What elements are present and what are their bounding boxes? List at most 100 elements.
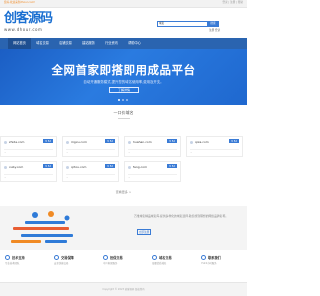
feature-item[interactable]: 技术支持 专业技术团队 (0, 251, 49, 282)
feature-title: 技术支持 (12, 256, 25, 260)
search-button[interactable]: 搜索 (207, 21, 219, 27)
card-divider (190, 149, 239, 150)
globe-icon (190, 141, 193, 144)
domain-meta: ... (128, 151, 131, 154)
view-more-link[interactable]: 查看更多 > (0, 190, 247, 194)
domain-name: huahan.com (133, 140, 152, 144)
globe-icon (152, 255, 157, 260)
promo-description: 万维域名精品域名库,提供多样化的域名选择,助您找到理想的网络品牌名称。 (134, 214, 229, 218)
register-button[interactable]: 立即注册 (137, 229, 151, 235)
domain-price[interactable]: ¥ 52 (167, 139, 177, 143)
hero-details-button[interactable]: 了解详情 (109, 87, 139, 93)
feature-text: 专业技术团队 (5, 262, 20, 265)
feature-text: 安全快捷交易 (54, 262, 69, 265)
globe-icon (4, 166, 7, 169)
support-icon (5, 255, 10, 260)
domain-name: fang.com (133, 165, 148, 169)
globe-icon (128, 166, 131, 169)
carousel-dots (118, 99, 128, 101)
feature-title: 联系我们 (208, 256, 221, 260)
card-divider (4, 174, 53, 175)
domain-card[interactable]: qixa.com ¥ 52 ... (186, 136, 243, 157)
feature-text: 中介担保服务 (103, 262, 118, 265)
domain-meta: ... (66, 176, 69, 179)
domain-meta: ... (4, 176, 7, 179)
feature-item[interactable]: 域名交易 海量优质域名 (147, 251, 196, 282)
globe-icon (66, 141, 69, 144)
logo-subtitle: www.dhour.com (4, 27, 43, 32)
header: 创客源码 www.dhour.com 域名 搜索 注册 登录 (0, 8, 247, 38)
feature-title: 交易保障 (61, 256, 74, 260)
feature-title: 域名交易 (159, 256, 172, 260)
card-divider (66, 174, 115, 175)
carousel-dot[interactable] (126, 99, 128, 101)
domain-price[interactable]: ¥ 52 (167, 164, 177, 168)
domain-name: qrtou.com (71, 165, 87, 169)
domain-card[interactable]: fang.com ¥ 52 ... (124, 161, 181, 182)
carousel-dot[interactable] (118, 99, 120, 101)
nav-item-news[interactable]: 行业资讯 (100, 38, 123, 49)
domain-meta: ... (190, 151, 193, 154)
domain-card-empty (186, 161, 243, 182)
features-row: 技术支持 专业技术团队 交易保障 安全快捷交易 担保交易 中介担保服务 域名交易… (0, 251, 247, 282)
feature-text: 海量优质域名 (152, 262, 167, 265)
top-links[interactable]: 登录 | 注册 | 帮助 (222, 2, 243, 5)
card-divider (66, 149, 115, 150)
section-title: 一口价域名 (113, 110, 134, 115)
logo[interactable]: 创客源码 www.dhour.com (4, 11, 53, 35)
card-divider (128, 174, 177, 175)
domain-price[interactable]: ¥ 52 (229, 139, 239, 143)
nav-item-home[interactable]: 网站首页 (8, 38, 31, 49)
domain-price[interactable]: ¥ 52 (105, 164, 115, 168)
hero-banner: 全网首家即搭即用成品平台 自动开通服务模式,提升您的域名使用率,费用及开支。 了… (0, 49, 247, 105)
domain-price[interactable]: ¥ 52 (43, 139, 53, 143)
card-divider (128, 149, 177, 150)
globe-icon (4, 141, 7, 144)
carousel-dot[interactable] (122, 99, 124, 101)
domain-name: mgxu.com (71, 140, 87, 144)
feature-item[interactable]: 联系我们 7x24小时服务 (196, 251, 245, 282)
domain-grid: zhida.com ¥ 52 ... mgxu.com ¥ 52 ... hua… (0, 136, 247, 186)
domain-name: xuby.com (9, 165, 24, 169)
search-category[interactable]: 域名 (157, 21, 168, 27)
nav-item-site-service[interactable]: 建站服务 (77, 38, 100, 49)
nav-item-shop-trade[interactable]: 店铺交易 (54, 38, 77, 49)
feature-item[interactable]: 交易保障 安全快捷交易 (49, 251, 98, 282)
top-bar: 您好,欢迎来到dhour.com! 登录 | 注册 | 帮助 (0, 0, 247, 8)
section-divider (117, 118, 130, 119)
domain-suffix-illustration (11, 211, 73, 243)
domain-card[interactable]: xuby.com ¥ 52 ... (0, 161, 57, 182)
domain-meta: ... (4, 151, 7, 154)
domain-price[interactable]: ¥ 52 (105, 139, 115, 143)
domain-card[interactable]: zhida.com ¥ 52 ... (0, 136, 57, 157)
domain-card[interactable]: huahan.com ¥ 52 ... (124, 136, 181, 157)
domain-card[interactable]: qrtou.com ¥ 52 ... (62, 161, 119, 182)
globe-icon (66, 166, 69, 169)
domain-card[interactable]: mgxu.com ¥ 52 ... (62, 136, 119, 157)
hero-subtitle: 自动开通服务模式,提升您的域名使用率,费用及开支。 (83, 80, 164, 84)
feature-text: 7x24小时服务 (201, 262, 217, 265)
search-bar: 域名 搜索 (157, 21, 219, 27)
promo-section: 万维域名精品域名库,提供多样化的域名选择,助您找到理想的网络品牌名称。 立即注册 (0, 206, 247, 250)
domain-name: zhida.com (9, 140, 25, 144)
nav-item-help[interactable]: 帮助中心 (123, 38, 146, 49)
footer: Copyright © 2023 创客源码 版权所有 (0, 282, 247, 296)
handshake-icon (103, 255, 108, 260)
domain-name: qixa.com (195, 140, 209, 144)
header-links[interactable]: 注册 登录 (209, 28, 220, 32)
phone-icon (201, 255, 206, 260)
search-input[interactable] (168, 21, 207, 27)
domain-price[interactable]: ¥ 52 (43, 164, 53, 168)
shield-icon (54, 255, 59, 260)
feature-item[interactable]: 担保交易 中介担保服务 (98, 251, 147, 282)
feature-title: 担保交易 (110, 256, 123, 260)
nav-item-domain-trade[interactable]: 域名交易 (31, 38, 54, 49)
globe-icon (128, 141, 131, 144)
card-divider (4, 149, 53, 150)
logo-text: 创客源码 (4, 11, 53, 26)
hero-title: 全网首家即搭即用成品平台 (51, 63, 196, 77)
domain-meta: ... (66, 151, 69, 154)
main-nav: 网站首页 域名交易 店铺交易 建站服务 行业资讯 帮助中心 (0, 38, 247, 49)
domain-meta: ... (128, 176, 131, 179)
welcome-text: 您好,欢迎来到dhour.com! (4, 1, 36, 5)
